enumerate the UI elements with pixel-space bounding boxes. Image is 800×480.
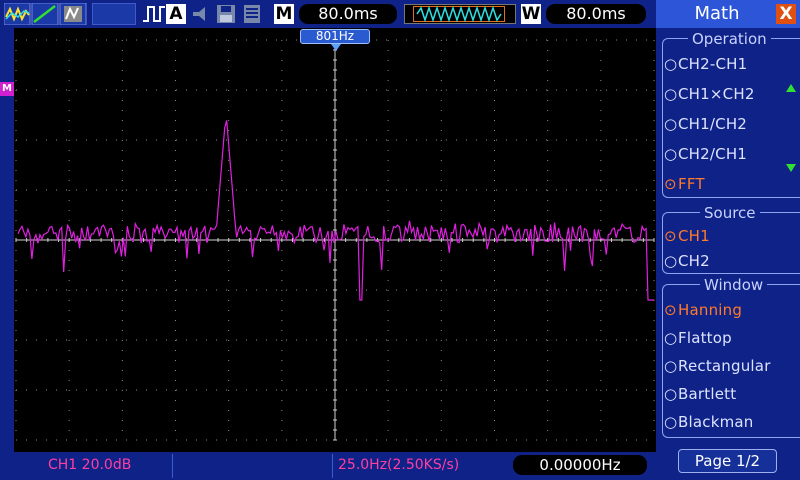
- operation-option-ch2-div-ch1[interactable]: ○CH2/CH1: [664, 145, 747, 163]
- status-divider: [332, 454, 333, 478]
- scroll-down-icon[interactable]: [786, 164, 796, 172]
- radio-icon: ○: [664, 252, 678, 270]
- window-option-bartlett[interactable]: ○Bartlett: [664, 385, 736, 403]
- main-timebase-display: 80.0ms: [299, 4, 397, 24]
- memory-position-indicator: [404, 4, 516, 24]
- radio-icon: ○: [664, 413, 678, 431]
- window-timebase-display: 80.0ms: [546, 4, 646, 24]
- acquire-mode-icon[interactable]: A: [166, 4, 186, 24]
- radio-icon: ○: [664, 145, 678, 163]
- source-option-ch2[interactable]: ○CH2: [664, 252, 710, 270]
- channel-slot-empty: [92, 3, 136, 25]
- fft-frequency-cursor-label: 801Hz: [300, 29, 370, 44]
- radio-selected-icon: ⊙: [664, 301, 677, 319]
- radio-icon: ○: [664, 329, 678, 347]
- ch1-scale-readout: CH1 20.0dB: [48, 457, 132, 473]
- radio-icon: ○: [664, 85, 678, 103]
- operation-option-ch2-minus-ch1[interactable]: ○CH2-CH1: [664, 55, 747, 73]
- window-option-hanning[interactable]: ⊙Hanning: [664, 301, 742, 319]
- operation-option-ch1-div-ch2[interactable]: ○CH1/CH2: [664, 115, 747, 133]
- source-option-ch1[interactable]: ⊙CH1: [664, 227, 710, 245]
- radio-icon: ○: [664, 357, 678, 375]
- close-menu-button[interactable]: X: [776, 4, 796, 24]
- radio-icon: ○: [664, 115, 678, 133]
- operation-option-ch1-times-ch2[interactable]: ○CH1×CH2: [664, 85, 755, 103]
- fft-scale-readout: 25.0Hz(2.50KS/s): [338, 457, 460, 473]
- main-time-label: M: [274, 4, 294, 24]
- operation-option-fft[interactable]: ⊙FFT: [664, 175, 705, 193]
- status-divider: [172, 454, 173, 478]
- memory-icon[interactable]: [240, 3, 264, 25]
- page-button[interactable]: Page 1/2: [678, 449, 777, 473]
- waveform-display: [14, 28, 656, 452]
- radio-icon: ○: [664, 385, 678, 403]
- window-group-title: Window: [700, 277, 768, 293]
- waveform-graticule: [15, 39, 655, 441]
- window-time-label: W: [521, 4, 541, 24]
- radio-selected-icon: ⊙: [664, 227, 677, 245]
- math-channel-marker[interactable]: M: [0, 82, 14, 96]
- window-option-flattop[interactable]: ○Flattop: [664, 329, 732, 347]
- window-option-blackman[interactable]: ○Blackman: [664, 413, 754, 431]
- trigger-frequency-display: 0.00000Hz: [513, 455, 647, 475]
- scroll-up-icon[interactable]: [786, 84, 796, 92]
- math-waveform-icon[interactable]: [4, 3, 88, 25]
- memory-waveform-icon: [416, 5, 502, 23]
- save-icon[interactable]: [215, 3, 237, 25]
- radio-icon: ○: [664, 55, 678, 73]
- menu-title: Math: [694, 3, 740, 24]
- channel-icons-group: [4, 3, 88, 25]
- operation-group-title: Operation: [688, 31, 771, 47]
- source-group-title: Source: [700, 205, 760, 221]
- frequency-cursor-arrow-icon[interactable]: [331, 44, 341, 51]
- run-stop-icon[interactable]: [142, 3, 166, 25]
- window-option-rectangular[interactable]: ○Rectangular: [664, 357, 771, 375]
- speaker-icon: [190, 3, 214, 25]
- radio-selected-icon: ⊙: [664, 175, 677, 193]
